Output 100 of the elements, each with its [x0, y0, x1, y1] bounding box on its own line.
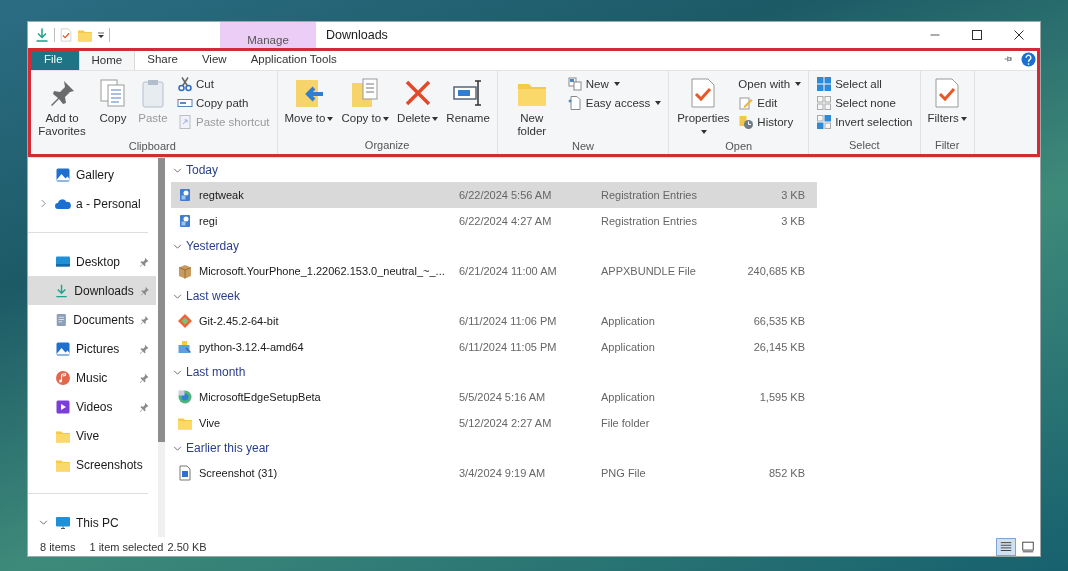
- selection-size: 2.50 KB: [167, 540, 207, 553]
- ribbon-button[interactable]: Easy access: [563, 94, 665, 112]
- date-modified: 6/22/2024 4:27 AM: [459, 215, 553, 227]
- sidebar-item[interactable]: Vive: [28, 421, 156, 450]
- file-name: Screenshot (31): [199, 467, 279, 479]
- date-modified: 3/4/2024 9:19 AM: [459, 467, 547, 479]
- ribbon-button[interactable]: Add to Favorites: [32, 75, 92, 140]
- group-header[interactable]: Yesterday: [171, 234, 239, 258]
- large-icons-view-icon: [1021, 539, 1035, 554]
- installer-icon: [177, 389, 193, 405]
- file-name: Vive: [199, 417, 222, 429]
- group-header[interactable]: Last week: [171, 284, 241, 308]
- ribbon-button[interactable]: Edit: [735, 94, 805, 112]
- ribbon-button[interactable]: Select none: [813, 94, 916, 112]
- sidebar-item[interactable]: a - Personal: [28, 189, 156, 218]
- file-type: Application: [601, 315, 656, 327]
- file-type: File folder: [601, 417, 651, 429]
- ribbon-button[interactable]: New folder: [501, 75, 562, 140]
- ribbon-button[interactable]: Copy path: [174, 94, 273, 112]
- shortcut-icon: [177, 114, 193, 130]
- file-size: 66,535 KB: [752, 315, 805, 327]
- maximize-icon: [971, 29, 983, 41]
- ribbon-button[interactable]: Open with: [735, 75, 805, 93]
- sidebar-item[interactable]: This PC: [28, 508, 156, 537]
- file-row[interactable]: Microsoft.YourPhone_1.22062.153.0_neutral_~_... 6/21/2024 11:00 AM APPXBUNDLE File 240,685 KB: [171, 258, 817, 284]
- file-row[interactable]: regi 6/22/2024 4:27 AM Registration Entries 3 KB: [171, 208, 817, 234]
- download-icon: [34, 27, 50, 43]
- ribbon-button[interactable]: History: [735, 113, 805, 131]
- image-file-icon: [177, 465, 193, 481]
- file-size: 240,685 KB: [746, 265, 805, 277]
- ribbon-button[interactable]: Cut: [174, 75, 273, 93]
- group-label: Open: [724, 140, 754, 154]
- pin-icon: [138, 342, 150, 355]
- file-row[interactable]: python-3.12.4-amd64 6/11/2024 11:05 PM Application 26,145 KB: [171, 334, 817, 360]
- file-type: Registration Entries: [601, 215, 698, 227]
- ribbon-button[interactable]: Properties: [673, 75, 734, 140]
- ribbon-tab[interactable]: Application Tools: [238, 48, 349, 70]
- group-label: Filter: [933, 139, 961, 153]
- ribbon-tab[interactable]: Share: [135, 48, 190, 70]
- grid-outline-icon: [816, 95, 833, 111]
- chevron-down-icon: [38, 518, 48, 527]
- date-modified: 6/22/2024 5:56 AM: [459, 189, 553, 201]
- file-row[interactable]: Screenshot (31) 3/4/2024 9:19 AM PNG File 852 KB: [171, 460, 817, 486]
- ribbon-button[interactable]: Copy to: [338, 75, 393, 139]
- file-row[interactable]: MicrosoftEdgeSetupBeta 5/5/2024 5:16 AM Application 1,595 KB: [171, 384, 817, 410]
- date-modified: 6/11/2024 11:05 PM: [459, 341, 558, 353]
- group-header[interactable]: Last month: [171, 360, 246, 384]
- ribbon-button[interactable]: Select all: [813, 75, 916, 93]
- date-modified: 5/12/2024 2:27 AM: [459, 417, 553, 429]
- date-modified: 6/11/2024 11:06 PM: [459, 315, 558, 327]
- monitor-icon: [55, 514, 71, 531]
- file-type: Application: [601, 341, 656, 353]
- sidebar-item[interactable]: Pictures: [28, 334, 156, 363]
- chevron-down-icon: [173, 241, 182, 251]
- grid-icon: [816, 76, 833, 92]
- ribbon-tab[interactable]: View: [189, 48, 239, 70]
- pin-icon: [138, 400, 150, 413]
- checkmark-page-icon: [59, 28, 73, 42]
- group-label: Clipboard: [127, 140, 177, 154]
- group-header[interactable]: Earlier this year: [171, 436, 270, 460]
- ribbon-button[interactable]: New: [563, 75, 665, 93]
- history-icon: [738, 114, 755, 130]
- chevron-right-icon: [38, 199, 48, 208]
- sidebar-item[interactable]: Documents: [28, 305, 156, 334]
- ribbon-button[interactable]: Filters: [924, 75, 970, 139]
- help-icon: [1021, 51, 1036, 67]
- scrollbar-thumb[interactable]: [158, 158, 165, 443]
- new-item-icon: [566, 76, 583, 92]
- date-modified: 6/21/2024 11:00 AM: [459, 265, 558, 277]
- file-name: MicrosoftEdgeSetupBeta: [199, 391, 322, 403]
- dropdown-icon: [97, 30, 105, 40]
- file-name: regi: [199, 215, 219, 227]
- close-icon: [1013, 29, 1025, 41]
- ribbon-button[interactable]: Move to: [281, 75, 337, 139]
- sidebar-item[interactable]: Videos: [28, 392, 156, 421]
- group-label: Organize: [363, 139, 411, 153]
- context-tab-label: Manage: [220, 22, 316, 48]
- sidebar-item[interactable]: Screenshots: [28, 450, 156, 479]
- file-size: 852 KB: [767, 467, 805, 479]
- ribbon-button[interactable]: Invert selection: [813, 113, 916, 131]
- file-size: 3 KB: [780, 215, 805, 227]
- sidebar-item[interactable]: Gallery: [28, 160, 156, 189]
- sidebar-item[interactable]: Desktop: [28, 247, 156, 276]
- ribbon-button[interactable]: Copy: [94, 75, 132, 140]
- chevron-down-icon: [173, 367, 182, 377]
- package-icon: [177, 263, 193, 279]
- chevron-down-icon: [173, 165, 182, 175]
- ribbon-button[interactable]: Delete: [394, 75, 442, 139]
- sidebar-item[interactable]: Music: [28, 363, 156, 392]
- file-size: 1,595 KB: [758, 391, 805, 403]
- ribbon-button[interactable]: Rename: [443, 75, 493, 139]
- pin-icon: [138, 371, 150, 384]
- registry-icon: [177, 187, 193, 203]
- view-button[interactable]: [996, 537, 1016, 556]
- group-header[interactable]: Today: [171, 158, 219, 182]
- sidebar-item[interactable]: Downloads: [28, 276, 156, 305]
- file-row[interactable]: Git-2.45.2-64-bit 6/11/2024 11:06 PM Application 66,535 KB: [171, 308, 817, 334]
- file-row[interactable]: Vive 5/12/2024 2:27 AM File folder: [171, 410, 817, 436]
- installer-icon: [177, 339, 193, 355]
- file-row[interactable]: regtweak 6/22/2024 5:56 AM Registration Entries 3 KB: [171, 182, 817, 208]
